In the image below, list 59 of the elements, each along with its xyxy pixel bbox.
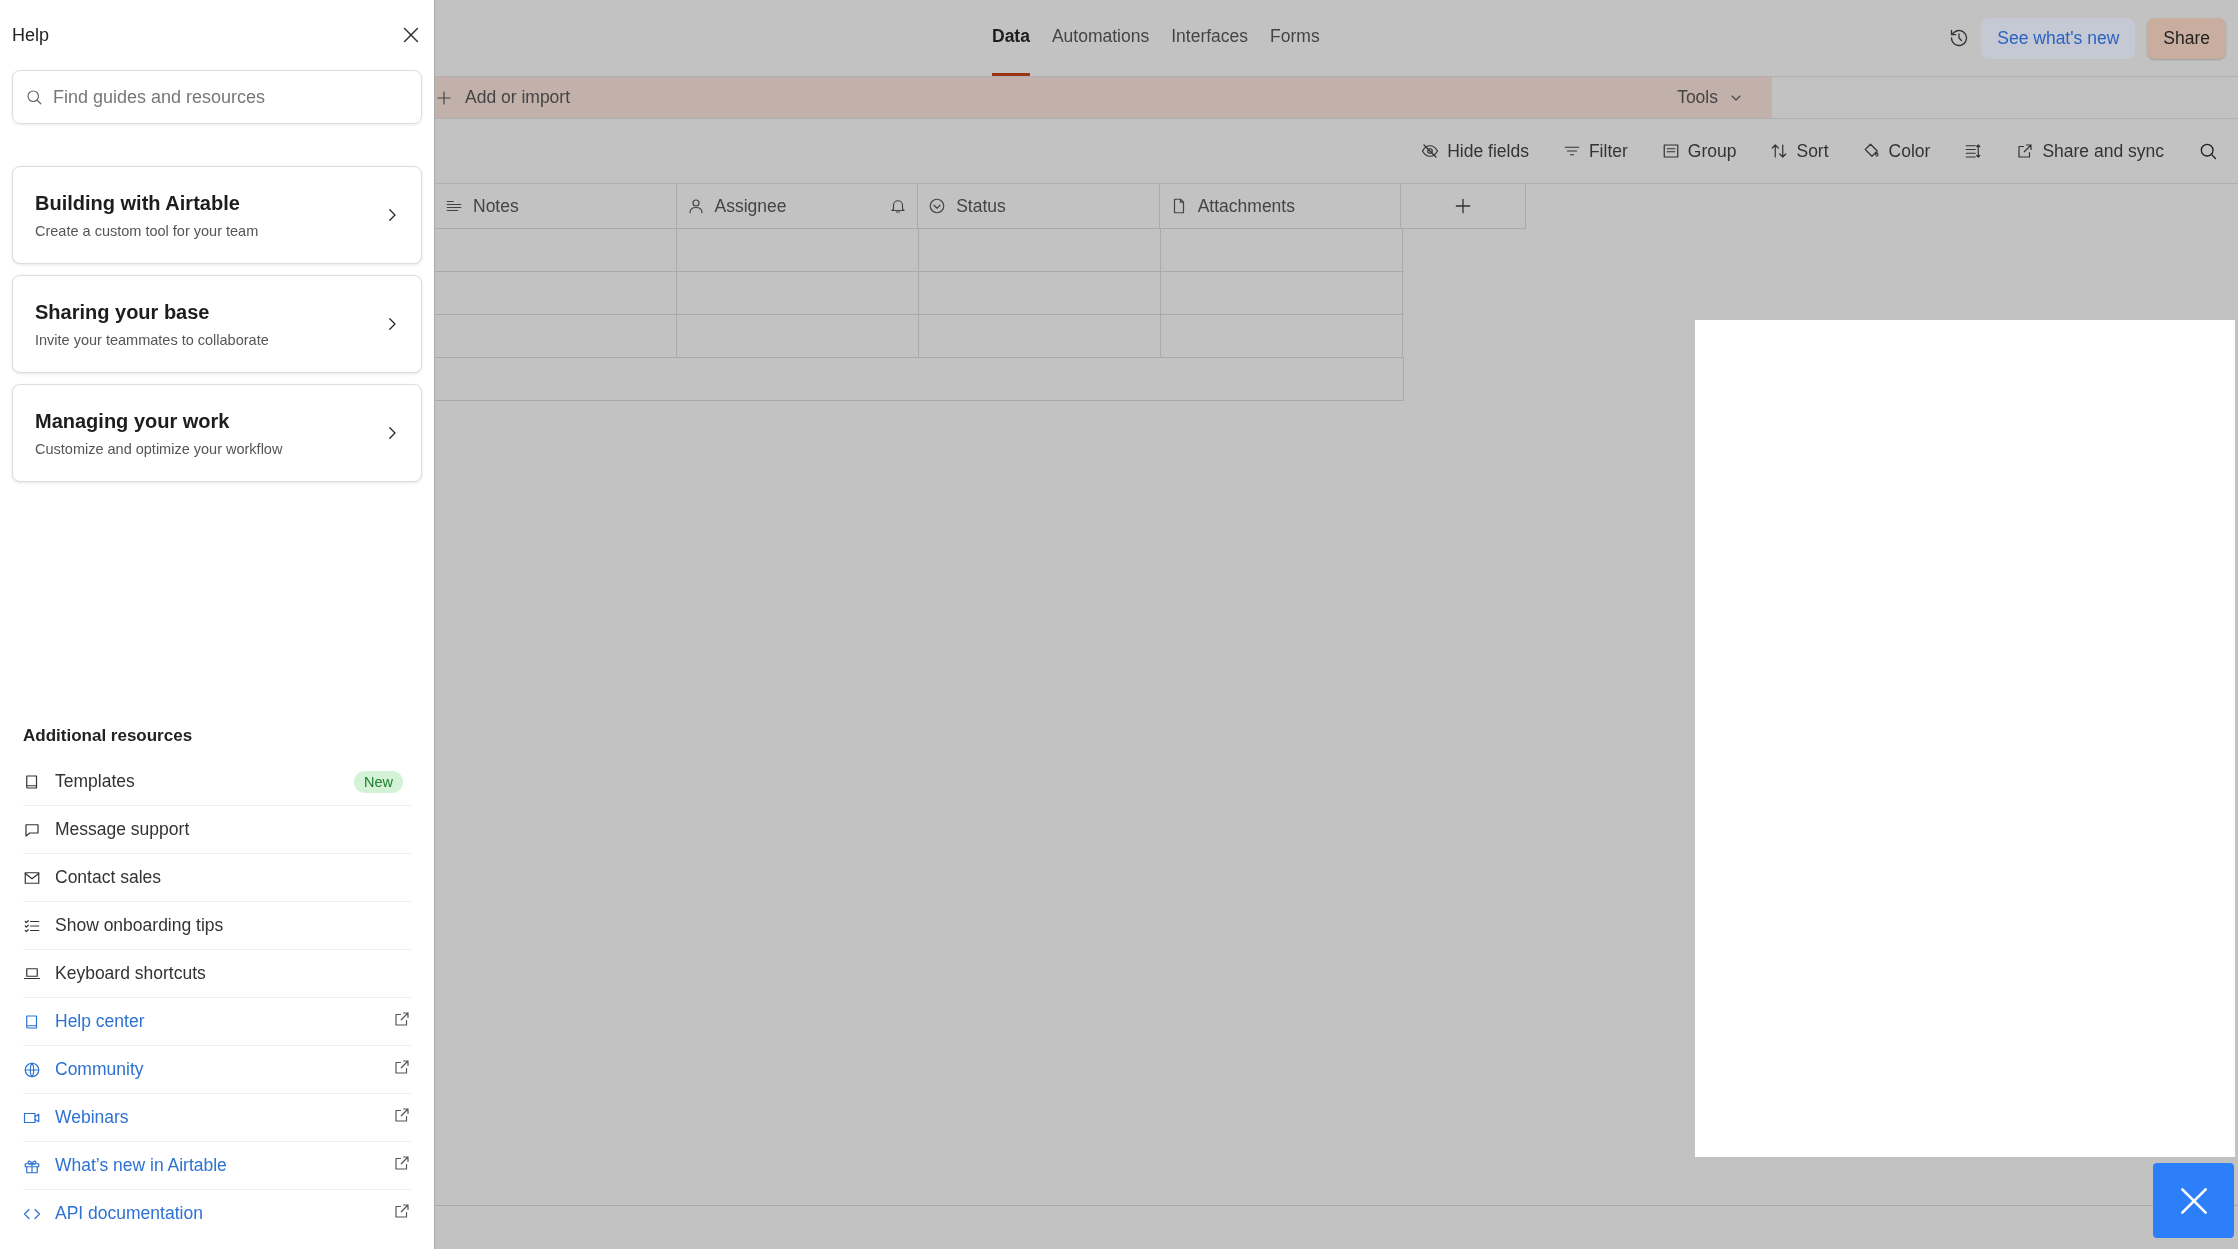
- toolbar-button[interactable]: Filter: [1562, 140, 1628, 162]
- bell-icon: [889, 197, 908, 215]
- history-icon: [1949, 28, 1970, 48]
- resource-link[interactable]: Community: [55, 1059, 379, 1080]
- guide-subtitle: Invite your teammates to collaborate: [35, 331, 269, 348]
- add-or-import-button[interactable]: Add or import: [435, 87, 571, 108]
- external-link-icon: [2016, 142, 2035, 160]
- guide-title: Building with Airtable: [35, 191, 241, 215]
- column-header[interactable]: Notes: [435, 184, 677, 228]
- resource-link[interactable]: Keyboard shortcuts: [55, 963, 411, 984]
- guide-card[interactable]: Managing your work Customize and optimize your workflow: [12, 384, 422, 482]
- guide-title: Sharing your base: [35, 300, 211, 324]
- external-link-icon: [393, 1058, 411, 1076]
- column-header[interactable]: Attachments: [1159, 184, 1402, 228]
- resource-link[interactable]: Templates: [55, 771, 340, 792]
- section-heading: Additional resources: [22, 726, 194, 746]
- guide-card[interactable]: Sharing your base Invite your teammates to collaborate: [12, 275, 422, 373]
- toolbar-button[interactable]: [1964, 142, 1983, 160]
- tools-dropdown[interactable]: Tools: [1677, 87, 1744, 108]
- resource-link[interactable]: Webinars: [55, 1107, 379, 1128]
- resource-link[interactable]: API documentation: [55, 1203, 379, 1224]
- toolbar-button[interactable]: Color: [1862, 140, 1931, 162]
- new-tag: New: [354, 770, 403, 793]
- search-icon: [25, 88, 43, 106]
- guide-subtitle: Customize and optimize your workflow: [35, 440, 283, 457]
- guide-subtitle: Create a custom tool for your team: [35, 222, 259, 239]
- list-box-icon: [1661, 142, 1680, 160]
- whats-new-button[interactable]: See what's new: [1981, 17, 2136, 59]
- paint-bucket-icon: [1862, 142, 1881, 160]
- sort-arrows-icon: [1770, 142, 1789, 160]
- toolbar-button[interactable]: Group: [1661, 140, 1737, 162]
- tab[interactable]: Interfaces: [1171, 0, 1249, 76]
- tab[interactable]: Forms: [1270, 0, 1320, 76]
- panel-title: Help: [12, 24, 50, 46]
- person-icon: [686, 197, 705, 215]
- column-header[interactable]: Assignee: [676, 184, 919, 228]
- toolbar-button[interactable]: Share and sync: [2016, 140, 2164, 162]
- globe-icon: [23, 1060, 41, 1079]
- guide-title: Managing your work: [35, 409, 231, 433]
- share-button[interactable]: Share: [2147, 17, 2226, 59]
- column-header[interactable]: Status: [918, 184, 1160, 228]
- circle-check-icon: [928, 197, 947, 215]
- external-link-icon: [393, 1010, 411, 1028]
- external-link-icon: [393, 1106, 411, 1124]
- external-link-icon: [393, 1202, 411, 1220]
- resource-link[interactable]: Contact sales: [55, 867, 411, 888]
- tab[interactable]: Automations: [1051, 0, 1150, 76]
- resource-link[interactable]: Show onboarding tips: [55, 915, 411, 936]
- resource-link[interactable]: Message support: [55, 819, 411, 840]
- row-height-icon: [1964, 142, 1983, 160]
- external-link-icon: [393, 1154, 411, 1172]
- eye-slash-icon: [1421, 142, 1440, 160]
- search-field[interactable]: Find guides and resources: [12, 70, 422, 124]
- guide-card[interactable]: Building with Airtable Create a custom tool for your team: [12, 166, 422, 264]
- toolbar-button[interactable]: Hide fields: [1421, 140, 1529, 162]
- search-icon: [2198, 141, 2218, 161]
- toolbar-button[interactable]: Sort: [1770, 140, 1829, 162]
- resource-link[interactable]: What’s new in Airtable: [55, 1155, 379, 1176]
- resource-link[interactable]: Help center: [55, 1011, 379, 1032]
